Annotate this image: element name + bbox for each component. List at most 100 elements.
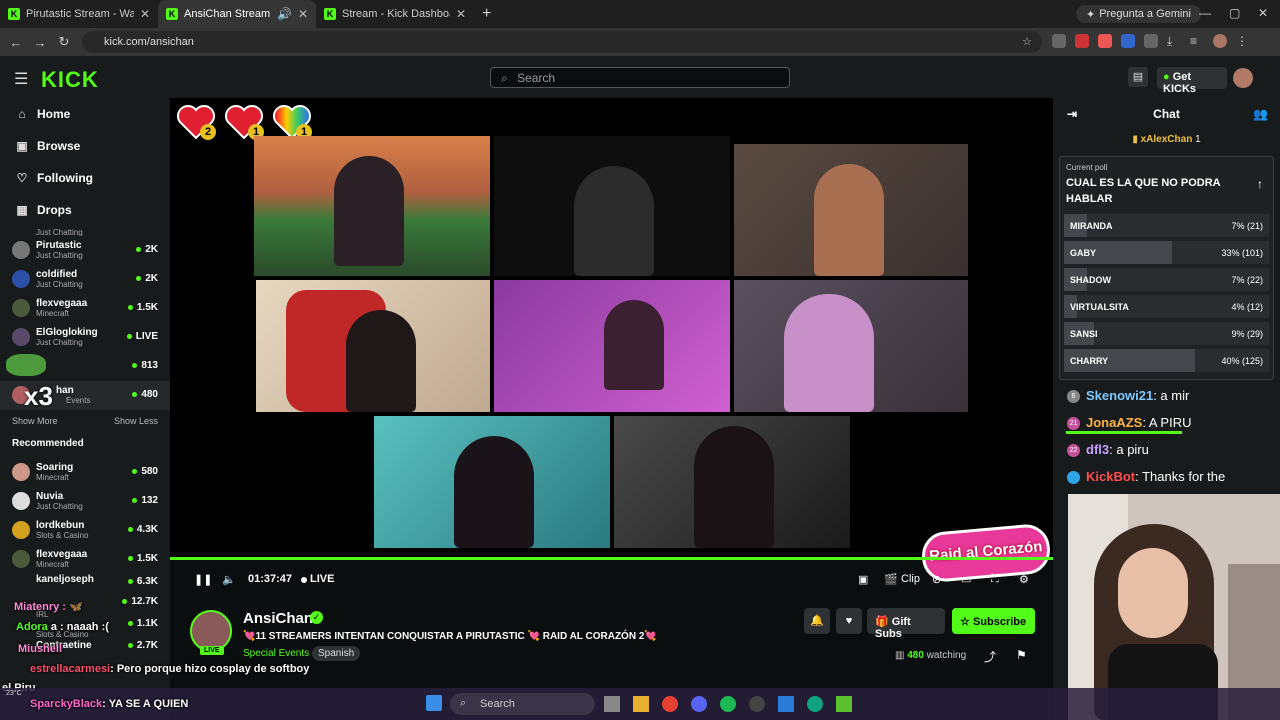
minimize-icon[interactable]: — [1199, 6, 1211, 20]
sidebar-item-drops[interactable]: ▦ Drops [0, 194, 170, 226]
recommended-channel[interactable]: lordkebun Slots & Casino 4.3K [0, 516, 170, 545]
language-tag[interactable]: Spanish [312, 646, 361, 661]
kick-logo[interactable]: KICK [41, 67, 99, 93]
taskbar-search[interactable]: ⌕ Search [450, 693, 595, 715]
channel-name[interactable]: AnsiChan [243, 610, 313, 627]
search-input[interactable]: ⌕ Search [490, 67, 790, 88]
theater-mode-icon[interactable]: ▭ [961, 573, 971, 586]
discord-icon[interactable] [691, 696, 707, 712]
url-field[interactable]: kick.com/ansichan ☆ [82, 31, 1042, 53]
following-channel-active[interactable]: x3 han Events 480 [0, 381, 170, 411]
obs-icon[interactable] [749, 696, 765, 712]
task-view-icon[interactable] [604, 696, 620, 712]
extension-icon[interactable] [1052, 34, 1066, 48]
extension-icon[interactable] [1098, 34, 1112, 48]
close-window-icon[interactable]: ✕ [1258, 6, 1268, 20]
stream-progress-bar[interactable] [170, 557, 1053, 560]
show-less-link[interactable]: Show Less [114, 416, 158, 426]
library-icon[interactable]: ▤ [1128, 67, 1148, 87]
following-channel[interactable]: 813 [0, 352, 170, 381]
forward-icon[interactable]: → [28, 35, 52, 50]
overlay-chat-text: a : naaah :( [50, 621, 109, 633]
gemini-button[interactable]: ✦ Pregunta a Gemini [1076, 5, 1201, 23]
new-tab-icon[interactable]: + [474, 5, 499, 23]
file-explorer-icon[interactable] [633, 696, 649, 712]
share-icon[interactable]: ⤴ [984, 648, 996, 665]
hamburger-menu-icon[interactable]: ☰ [14, 69, 28, 89]
pause-icon[interactable]: ❚❚ [194, 573, 212, 586]
app-icon[interactable] [807, 696, 823, 712]
recommended-channel[interactable]: flexvegaaa Minecraft 1.5K [0, 545, 170, 574]
channel-avatar [12, 299, 30, 317]
poll-option[interactable]: SHADOW 7% (22) [1064, 268, 1269, 291]
chrome-icon[interactable] [662, 696, 678, 712]
speaker-icon[interactable]: 🔊 [277, 7, 292, 21]
playlist-icon[interactable]: ≡ [1190, 34, 1204, 48]
fullscreen-icon[interactable]: ⛶ [991, 573, 999, 586]
poll-option[interactable]: VIRTUALSITA 4% (12) [1064, 295, 1269, 318]
browser-tab[interactable]: K Stream - Kick Dashboard ✕ [316, 0, 474, 28]
close-tab-icon[interactable]: ✕ [456, 7, 466, 21]
poll-option[interactable]: CHARRY 40% (125) [1064, 349, 1269, 372]
following-channel[interactable]: Just Chatting [0, 226, 170, 236]
reload-icon[interactable]: ↻ [52, 34, 76, 50]
minecraft-icon[interactable] [836, 696, 852, 712]
menu-dots-icon[interactable]: ⋮ [1236, 34, 1250, 48]
report-icon[interactable]: ⚑ [1016, 648, 1027, 662]
chat-username[interactable]: KickBot [1086, 469, 1135, 484]
collapse-arrow-icon[interactable]: ↑ [1257, 177, 1263, 191]
chat-username[interactable]: dfl3 [1086, 442, 1109, 457]
extension-icon[interactable] [1121, 34, 1135, 48]
live-label[interactable]: LIVE [310, 573, 334, 585]
spotify-icon[interactable] [720, 696, 736, 712]
poll-option[interactable]: MIRANDA 7% (21) [1064, 214, 1269, 237]
following-channel[interactable]: flexvegaaa Minecraft 1.5K [0, 294, 170, 323]
chat-users-icon[interactable]: 👥 [1253, 98, 1268, 130]
profile-avatar[interactable] [1213, 34, 1227, 48]
extension-icon[interactable] [1075, 34, 1089, 48]
volume-icon[interactable]: 🔈 [222, 573, 236, 586]
recommended-channel[interactable]: kaneljoseph 6.3K [0, 574, 170, 594]
recommended-channel[interactable]: Soaring Minecraft 580 [0, 458, 170, 487]
app-icon[interactable] [778, 696, 794, 712]
browser-tab[interactable]: K Pirutastic Stream - Watch Live o ✕ [0, 0, 158, 28]
follow-heart-icon[interactable]: ♥ [836, 608, 862, 634]
collapse-chat-icon[interactable]: ⇥ [1067, 98, 1077, 130]
show-more-link[interactable]: Show More [12, 416, 58, 426]
close-tab-icon[interactable]: ✕ [140, 7, 150, 21]
get-kicks-button[interactable]: ● Get KICKs [1157, 67, 1227, 95]
pinned-user[interactable]: xAlexChan [1141, 134, 1193, 145]
poll-option[interactable]: GABY 33% (101) [1064, 241, 1269, 264]
maximize-icon[interactable]: ▢ [1229, 6, 1240, 20]
browser-tab-active[interactable]: K AnsiChan Stream - Watch Li 🔊 ✕ [158, 0, 316, 28]
sidebar-item-following[interactable]: ♡ Following [0, 162, 170, 194]
stream-category[interactable]: Special Events [243, 648, 309, 659]
notification-bell-icon[interactable]: 🔔 [804, 608, 830, 634]
close-tab-icon[interactable]: ✕ [298, 7, 308, 21]
back-icon[interactable]: ← [4, 35, 28, 50]
subscribe-button[interactable]: ☆ Subscribe [952, 608, 1035, 634]
poll-option[interactable]: SANSI 9% (29) [1064, 322, 1269, 345]
gift-subs-button[interactable]: 🎁 Gift Subs [867, 608, 945, 640]
miniplayer-icon[interactable]: ▣ [858, 573, 868, 586]
video-player[interactable]: 2 1 1 x2 Raid al Corazón [170, 98, 1053, 584]
following-channel[interactable]: coldified Just Chatting 2K [0, 265, 170, 294]
mute-overlay-icon[interactable]: ⊘ [932, 573, 941, 586]
download-icon[interactable]: ⤓ [1167, 34, 1181, 48]
sidebar-item-browse[interactable]: ▣ Browse [0, 130, 170, 162]
following-channel[interactable]: Pirutastic Just Chatting 2K [0, 236, 170, 265]
chat-username[interactable]: Skenowi21 [1086, 388, 1153, 403]
following-channel[interactable]: ElGlogloking Just Chatting LIVE [0, 323, 170, 352]
windows-start-icon[interactable] [426, 695, 442, 711]
puzzle-icon[interactable] [1144, 34, 1158, 48]
sidebar-item-home[interactable]: ⌂ Home [0, 98, 170, 130]
user-avatar[interactable] [1233, 68, 1253, 88]
chat-username[interactable]: JonaAZS [1086, 415, 1142, 430]
chat-message: 21 JonaAZS: A PIRU [1053, 409, 1280, 436]
recommended-channel[interactable]: Nuvia Just Chatting 132 [0, 487, 170, 516]
clip-button[interactable]: Clip [901, 573, 920, 585]
settings-gear-icon[interactable]: ⚙ [1019, 573, 1029, 586]
bookmark-star-icon[interactable]: ☆ [1022, 35, 1032, 48]
clip-icon[interactable]: 🎬 [884, 573, 898, 586]
subscribe-label: Subscribe [972, 616, 1027, 628]
